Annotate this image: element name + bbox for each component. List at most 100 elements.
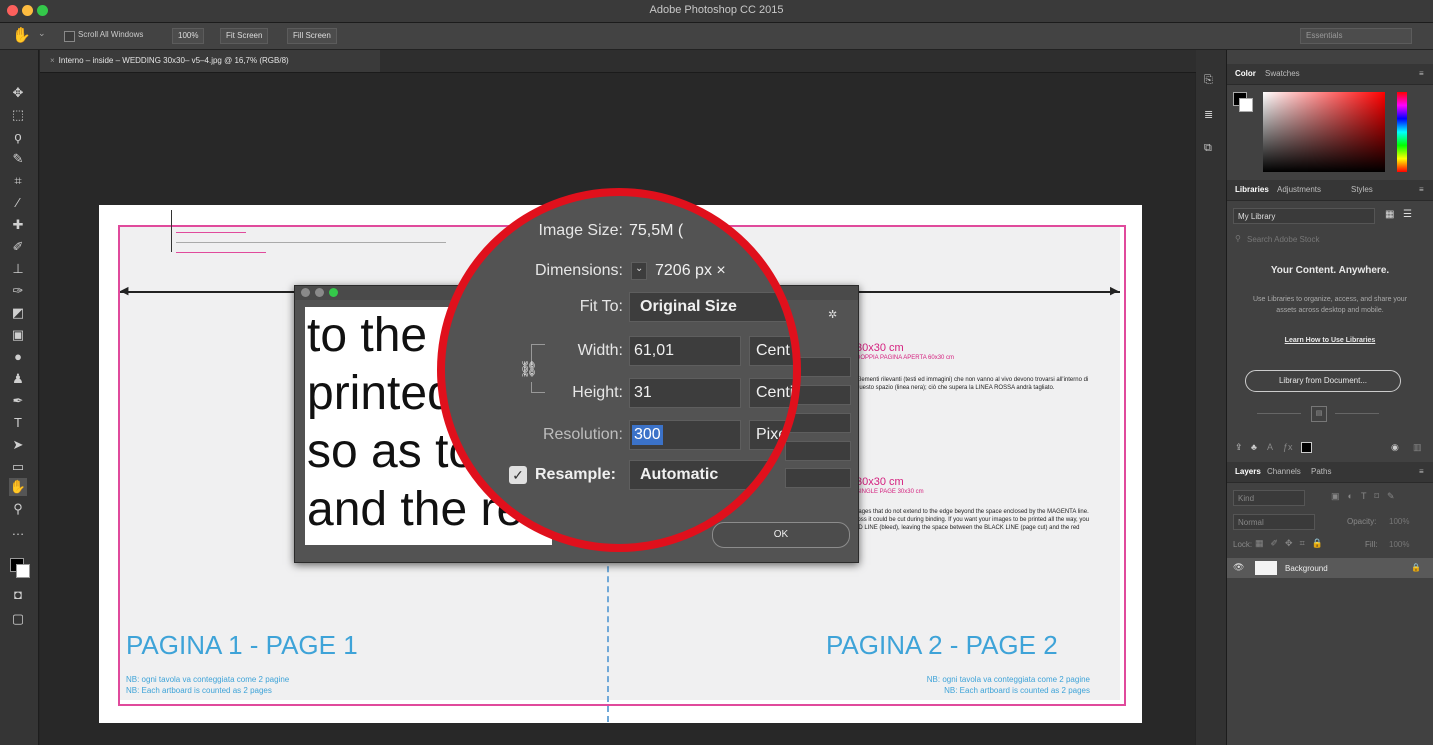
- properties-panel-icon[interactable]: ≣: [1204, 108, 1213, 121]
- list-view-icon[interactable]: ☰: [1403, 209, 1412, 220]
- layer-kind-filter[interactable]: Kind: [1233, 490, 1305, 506]
- layer-filter-icons[interactable]: ▣◐T⌑✎: [1331, 491, 1403, 502]
- blend-mode-select[interactable]: Normal: [1233, 514, 1315, 530]
- dialog-minimize-button[interactable]: [315, 288, 324, 297]
- stock-search-input[interactable]: ⚲ Search Adobe Stock: [1233, 232, 1423, 246]
- type-tool-icon[interactable]: T: [9, 414, 27, 432]
- add-content-icon[interactable]: ⇪: [1235, 442, 1243, 453]
- path-select-tool-icon[interactable]: ➤: [9, 436, 27, 454]
- height-unit-select[interactable]: Centi: [749, 378, 793, 408]
- ok-button[interactable]: OK: [712, 522, 850, 548]
- move-tool-icon[interactable]: ✥: [9, 84, 27, 102]
- eye-icon[interactable]: 👁: [1233, 562, 1244, 573]
- quick-select-tool-icon[interactable]: ✎: [9, 150, 27, 168]
- fill-screen-button[interactable]: Fill Screen: [287, 28, 337, 44]
- artboards-panel-icon[interactable]: ⧉: [1204, 142, 1212, 155]
- fit-to-select[interactable]: Original Size: [629, 292, 793, 322]
- libraries-description: Use Libraries to organize, access, and s…: [1252, 296, 1408, 314]
- cloud-sync-icon[interactable]: ◉: [1391, 442, 1399, 453]
- fit-screen-button[interactable]: Fit Screen: [220, 28, 269, 44]
- dialog-close-button[interactable]: [301, 288, 310, 297]
- add-style-icon[interactable]: ƒx: [1283, 442, 1293, 452]
- eraser-tool-icon[interactable]: ◩: [9, 304, 27, 322]
- quick-mask-icon[interactable]: ◘: [9, 586, 27, 604]
- trash-icon[interactable]: ▥: [1413, 442, 1422, 453]
- width-unit-select[interactable]: Cent: [749, 336, 793, 366]
- tab-color[interactable]: Color: [1235, 69, 1256, 78]
- width-input[interactable]: 61,01: [629, 336, 741, 366]
- zoom-tool-icon[interactable]: ⚲: [9, 500, 27, 518]
- tab-libraries[interactable]: Libraries: [1235, 185, 1269, 194]
- unit-select-behind[interactable]: [785, 441, 851, 461]
- library-thumbnail-icon[interactable]: ▤: [1311, 406, 1327, 422]
- rectangle-tool-icon[interactable]: ▭: [9, 458, 27, 476]
- hand-tool-icon[interactable]: ✋: [12, 26, 31, 44]
- dimensions-dropdown[interactable]: ⌄: [631, 262, 647, 280]
- search-icon: ⚲: [1235, 234, 1241, 243]
- layer-row-background[interactable]: 👁 Background 🔒: [1227, 558, 1433, 578]
- blur-tool-icon[interactable]: ●: [9, 348, 27, 366]
- library-select-value: My Library: [1238, 212, 1276, 221]
- screen-mode-icon[interactable]: ▢: [9, 610, 27, 628]
- add-text-icon[interactable]: A: [1267, 442, 1273, 452]
- page1-label: PAGINA 1 - PAGE 1: [126, 630, 358, 660]
- panel-menu-icon[interactable]: ≡: [1419, 185, 1424, 194]
- gradient-tool-icon[interactable]: ▣: [9, 326, 27, 344]
- add-color-icon[interactable]: [1301, 442, 1312, 453]
- learn-libraries-link[interactable]: Learn How to Use Libraries: [1227, 337, 1433, 344]
- tab-adjustments[interactable]: Adjustments: [1277, 185, 1321, 194]
- resolution-unit: Pixel: [756, 426, 791, 443]
- height-input[interactable]: 31: [629, 378, 741, 408]
- more-tools-icon[interactable]: …: [9, 522, 27, 540]
- add-graphic-icon[interactable]: ♣: [1251, 442, 1257, 452]
- library-from-document-button[interactable]: Library from Document...: [1245, 370, 1401, 392]
- marquee-tool-icon[interactable]: ⬚: [9, 106, 27, 124]
- page1-note-it: NB: ogni tavola va conteggiata come 2 pa…: [126, 675, 290, 684]
- chevron-down-icon: ⌄: [635, 263, 644, 274]
- tab-channels[interactable]: Channels: [1267, 467, 1301, 476]
- tools-panel: ✥ ⬚ ϙ ✎ ⌗ ⁄ ✚ ✐ ⊥ ✑ ◩ ▣ ● ♟ ✒ T ➤ ▭ ✋ ⚲ …: [0, 50, 39, 745]
- tab-swatches[interactable]: Swatches: [1265, 69, 1300, 78]
- background-color-swatch[interactable]: [16, 564, 30, 578]
- history-panel-icon[interactable]: ⎘: [1204, 74, 1213, 87]
- fill-value[interactable]: 100%: [1389, 540, 1409, 549]
- crop-tool-icon[interactable]: ⌗: [9, 172, 27, 190]
- resample-select[interactable]: Automatic: [629, 460, 793, 490]
- dialog-zoom-button[interactable]: [329, 288, 338, 297]
- tab-paths[interactable]: Paths: [1311, 467, 1331, 476]
- clone-stamp-tool-icon[interactable]: ⊥: [9, 260, 27, 278]
- chain-link-icon[interactable]: ⛓: [519, 360, 538, 378]
- dialog-settings-icon[interactable]: ✲: [828, 308, 837, 321]
- resolution-input[interactable]: 300: [629, 420, 741, 450]
- opacity-value[interactable]: 100%: [1389, 517, 1409, 526]
- panel-menu-icon[interactable]: ≡: [1419, 69, 1424, 78]
- fill-label: Fill:: [1365, 540, 1378, 549]
- dodge-tool-icon[interactable]: ♟: [9, 370, 27, 388]
- color-bg-swatch[interactable]: [1239, 98, 1253, 112]
- tab-styles[interactable]: Styles: [1351, 185, 1373, 194]
- history-brush-tool-icon[interactable]: ✑: [9, 282, 27, 300]
- chevron-down-icon[interactable]: ⌄: [38, 28, 46, 39]
- color-picker-field[interactable]: [1263, 92, 1385, 172]
- resample-select-behind[interactable]: [785, 468, 851, 488]
- resample-checkbox[interactable]: ✓: [509, 466, 527, 484]
- workspace-switcher[interactable]: Essentials: [1300, 28, 1412, 44]
- document-tab[interactable]: × Interno – inside – WEDDING 30x30– v5–4.…: [40, 50, 380, 72]
- grid-view-icon[interactable]: ▦: [1385, 209, 1394, 220]
- lock-icons[interactable]: ▦✐✥⌗🔒: [1255, 538, 1330, 549]
- healing-brush-tool-icon[interactable]: ✚: [9, 216, 27, 234]
- tab-layers[interactable]: Layers: [1235, 467, 1261, 476]
- lasso-tool-icon[interactable]: ϙ: [9, 128, 27, 146]
- panel-menu-icon[interactable]: ≡: [1419, 467, 1424, 476]
- resolution-label: Resolution:: [542, 426, 623, 443]
- hue-slider[interactable]: [1397, 92, 1407, 172]
- document-tab-close-icon[interactable]: ×: [50, 56, 55, 65]
- scroll-all-windows-checkbox[interactable]: [64, 31, 75, 42]
- lock-label: Lock:: [1233, 540, 1253, 549]
- library-select[interactable]: My Library: [1233, 208, 1375, 224]
- hand-tool-active-icon[interactable]: ✋: [9, 478, 27, 496]
- pen-tool-icon[interactable]: ✒: [9, 392, 27, 410]
- brush-tool-icon[interactable]: ✐: [9, 238, 27, 256]
- zoom-100-button[interactable]: 100%: [172, 28, 205, 44]
- eyedropper-tool-icon[interactable]: ⁄: [9, 194, 27, 212]
